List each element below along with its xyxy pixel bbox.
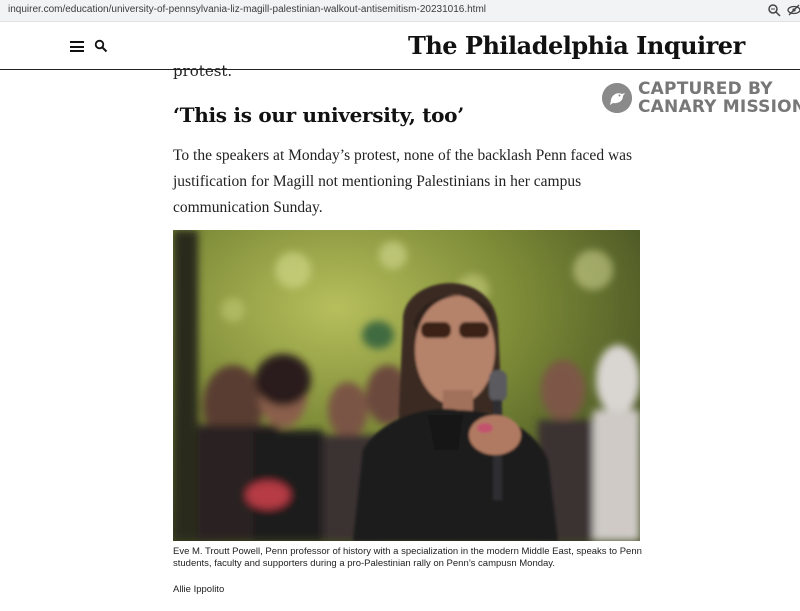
photo-credit: Allie Ippolito — [173, 584, 225, 595]
browser-url-bar[interactable]: inquirer.com/education/university-of-pen… — [0, 0, 800, 22]
url-text[interactable]: inquirer.com/education/university-of-pen… — [8, 4, 486, 15]
photo-caption: Eve M. Troutt Powell, Penn professor of … — [173, 546, 642, 569]
section-subhead: ‘This is our university, too’ — [173, 103, 464, 127]
canary-mission-watermark: CAPTURED BY CANARY MISSION — [602, 80, 800, 120]
tracking-blocked-icon[interactable] — [787, 3, 800, 17]
menu-icon[interactable] — [70, 41, 84, 52]
search-icon[interactable] — [94, 39, 108, 53]
article-photo[interactable] — [173, 230, 640, 541]
article-paragraph: To the speakers at Monday’s protest, non… — [173, 147, 633, 216]
watermark-line2: CANARY MISSION — [638, 97, 800, 117]
zoom-icon[interactable] — [767, 3, 781, 17]
watermark-line1: CAPTURED BY — [638, 79, 773, 99]
masthead-logo[interactable]: The Philadelphia Inquirer — [408, 31, 745, 60]
previous-paragraph-tail: protest. — [173, 62, 233, 80]
site-header: The Philadelphia Inquirer — [0, 22, 800, 70]
watermark-text: CAPTURED BY CANARY MISSION — [638, 80, 800, 116]
canary-bird-icon — [602, 83, 632, 113]
